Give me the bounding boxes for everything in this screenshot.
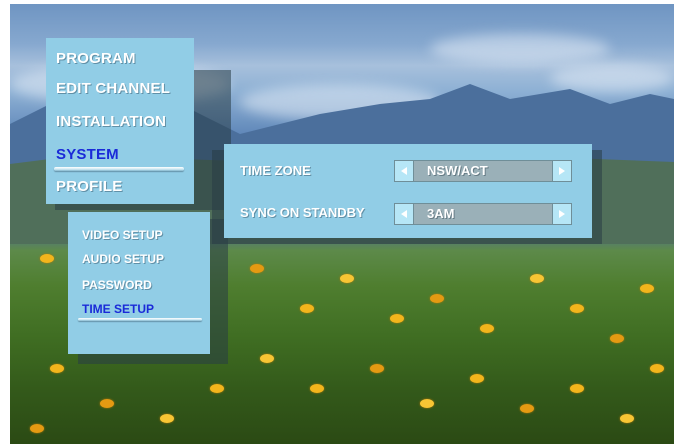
menu-item-installation[interactable]: INSTALLATION	[56, 113, 166, 130]
sync-on-standby-prev-button[interactable]	[395, 204, 414, 224]
right-triangle-icon	[559, 167, 565, 175]
time-zone-next-button[interactable]	[552, 161, 571, 181]
submenu-item-time-setup[interactable]: TIME SETUP	[82, 302, 154, 316]
selection-highlight-bar	[54, 167, 184, 171]
left-triangle-icon	[401, 167, 407, 175]
submenu-item-password[interactable]: PASSWORD	[82, 278, 152, 292]
time-zone-label: TIME ZONE	[240, 163, 311, 178]
sync-on-standby-selector[interactable]: 3AM	[394, 203, 572, 225]
time-zone-prev-button[interactable]	[395, 161, 414, 181]
main-menu-panel: PROGRAM EDIT CHANNEL INSTALLATION SYSTEM…	[46, 38, 194, 204]
menu-item-profile[interactable]: PROFILE	[56, 178, 122, 195]
system-submenu-panel: VIDEO SETUP AUDIO SETUP PASSWORD TIME SE…	[68, 212, 210, 354]
submenu-item-video-setup[interactable]: VIDEO SETUP	[82, 228, 163, 242]
time-zone-selector[interactable]: NSW/ACT	[394, 160, 572, 182]
time-setup-panel: TIME ZONE NSW/ACT SYNC ON STANDBY 3AM	[224, 144, 592, 238]
sync-on-standby-label: SYNC ON STANDBY	[240, 205, 365, 220]
submenu-item-audio-setup[interactable]: AUDIO SETUP	[82, 252, 164, 266]
menu-item-program[interactable]: PROGRAM	[56, 50, 136, 67]
sync-on-standby-value: 3AM	[427, 206, 455, 221]
time-zone-value: NSW/ACT	[427, 163, 488, 178]
menu-item-edit-channel[interactable]: EDIT CHANNEL	[56, 80, 170, 97]
right-triangle-icon	[559, 210, 565, 218]
menu-item-system[interactable]: SYSTEM	[56, 146, 119, 163]
tv-screen: PROGRAM EDIT CHANNEL INSTALLATION SYSTEM…	[10, 4, 674, 444]
submenu-selection-bar	[78, 318, 202, 321]
left-triangle-icon	[401, 210, 407, 218]
sync-on-standby-next-button[interactable]	[552, 204, 571, 224]
